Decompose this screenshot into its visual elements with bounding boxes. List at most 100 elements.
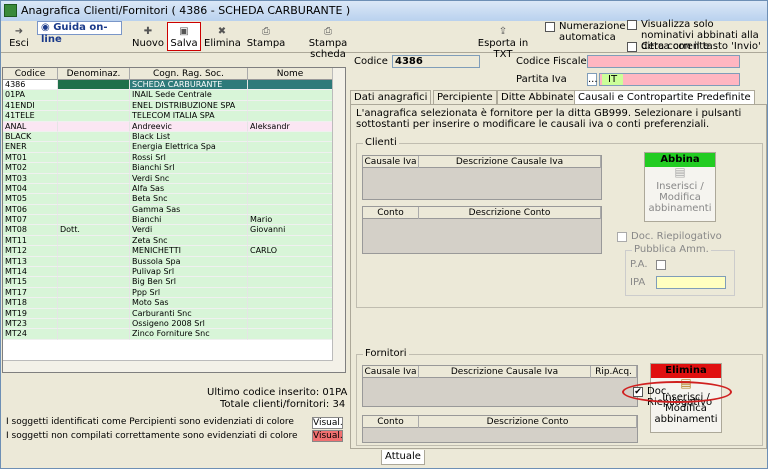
table-cell[interactable]: MT08 [3, 225, 58, 236]
table-cell[interactable]: Pulivap Srl [130, 267, 248, 278]
table-cell[interactable] [248, 100, 333, 112]
table-cell[interactable] [58, 318, 130, 330]
table-cell[interactable]: Ppp Srl [130, 287, 248, 299]
table-cell[interactable]: MT07 [3, 215, 58, 226]
table-cell[interactable] [58, 80, 130, 91]
table-cell[interactable] [58, 246, 130, 257]
table-cell[interactable]: MT19 [3, 308, 58, 319]
table-cell[interactable]: MT01 [3, 152, 58, 164]
table-row[interactable]: MT04 Alfa Sas [3, 183, 333, 195]
table-cell[interactable]: Ossigeno 2008 Srl [130, 318, 248, 330]
table-cell[interactable]: Bussola Spa [130, 256, 248, 268]
table-cell[interactable] [248, 152, 333, 164]
table-cell[interactable] [248, 142, 333, 153]
table-row[interactable]: MT23 Ossigeno 2008 Srl [3, 318, 333, 330]
table-cell[interactable]: MT03 [3, 173, 58, 184]
abbina-button[interactable]: Abbina ▤ Inserisci / Modifica abbinament… [644, 152, 716, 222]
table-row[interactable]: MT08 Dott. Verdi Giovanni [3, 225, 333, 236]
table-row[interactable]: MT07 Bianchi Mario [3, 215, 333, 226]
table-cell[interactable]: TELECOM ITALIA SPA [130, 111, 248, 122]
table-cell[interactable] [248, 131, 333, 143]
table-row[interactable]: MT02 Bianchi Srl [3, 163, 333, 174]
table-cell[interactable]: Aleksandr [248, 121, 333, 132]
table-cell[interactable]: CARLO [248, 246, 333, 257]
table-cell[interactable]: Bianchi Srl [130, 163, 248, 174]
stampa-button[interactable]: ⎙ Stampa [245, 22, 287, 51]
table-row[interactable]: ENER Energia Elettrica Spa [3, 142, 333, 153]
table-cell[interactable]: ENER [3, 142, 58, 153]
table-cell[interactable] [58, 215, 130, 226]
table-cell[interactable]: ENEL DISTRIBUZIONE SPA [130, 100, 248, 112]
horizontal-scrollbar[interactable] [3, 360, 333, 372]
col-header-codice[interactable]: Codice [3, 68, 58, 80]
salva-button[interactable]: ▣ Salva [167, 22, 201, 51]
table-cell[interactable]: MT05 [3, 194, 58, 205]
table-cell[interactable]: Zinco Forniture Snc [130, 329, 248, 340]
table-cell[interactable] [248, 298, 333, 309]
table-cell[interactable] [58, 256, 130, 268]
table-cell[interactable]: 41TELE [3, 111, 58, 122]
table-cell[interactable]: Black List [130, 131, 248, 143]
table-cell[interactable] [58, 131, 130, 143]
table-cell[interactable] [58, 90, 130, 101]
table-cell[interactable]: MT11 [3, 235, 58, 247]
pa-checkbox[interactable] [656, 260, 666, 270]
table-cell[interactable]: INAIL Sede Centrale [130, 90, 248, 101]
table-cell[interactable]: Moto Sas [130, 298, 248, 309]
codice-fiscale-field[interactable] [587, 55, 740, 68]
table-row[interactable]: 01PA INAIL Sede Centrale [3, 90, 333, 101]
table-cell[interactable] [248, 267, 333, 278]
checkbox-box[interactable] [545, 22, 555, 32]
table-cell[interactable] [58, 152, 130, 164]
codice-field[interactable]: 4386 [392, 55, 480, 68]
table-cell[interactable]: 4386 [3, 80, 58, 91]
table-cell[interactable] [58, 163, 130, 174]
tab-causali-contropartite[interactable]: Causali e Contropartite Predefinite [574, 90, 755, 105]
fornitori-causali-table[interactable]: Causale Iva Descrizione Causale Iva Rip.… [362, 365, 638, 407]
table-row[interactable]: MT11 Zeta Snc [3, 235, 333, 247]
fornitori-conti-table[interactable]: Conto Descrizione Conto [362, 415, 638, 443]
table-cell[interactable] [248, 80, 333, 91]
table-cell[interactable] [58, 277, 130, 288]
tab-attuale[interactable]: Attuale [381, 450, 425, 465]
table-cell[interactable]: Beta Snc [130, 194, 248, 205]
table-cell[interactable] [58, 121, 130, 132]
partita-iva-field[interactable]: IT [599, 73, 740, 86]
table-row[interactable]: MT05 Beta Snc [3, 194, 333, 205]
table-cell[interactable]: MT18 [3, 298, 58, 309]
table-cell[interactable] [248, 287, 333, 299]
checkbox-box[interactable] [617, 232, 627, 242]
table-cell[interactable] [248, 183, 333, 195]
stampa-scheda-button[interactable]: ⎙ Stampa scheda [289, 22, 367, 60]
table-cell[interactable] [58, 235, 130, 247]
table-row[interactable]: MT24 Zinco Forniture Snc [3, 329, 333, 340]
table-cell[interactable]: MT12 [3, 246, 58, 257]
table-cell[interactable]: ANAL [3, 121, 58, 132]
table-cell[interactable] [248, 163, 333, 174]
table-cell[interactable]: SCHEDA CARBURANTE [130, 80, 248, 91]
table-cell[interactable] [58, 267, 130, 278]
table-row[interactable]: 41TELE TELECOM ITALIA SPA [3, 111, 333, 122]
table-cell[interactable]: Carburanti Snc [130, 308, 248, 319]
table-cell[interactable] [58, 183, 130, 195]
table-cell[interactable] [248, 329, 333, 340]
table-cell[interactable] [248, 318, 333, 330]
table-row[interactable]: MT01 Rossi Srl [3, 152, 333, 164]
table-row[interactable]: BLACK Black List [3, 131, 333, 143]
table-row[interactable]: 4386 SCHEDA CARBURANTE [3, 80, 333, 91]
table-cell[interactable]: 01PA [3, 90, 58, 101]
table-row[interactable]: MT06 Gamma Sas [3, 204, 333, 216]
table-cell[interactable] [58, 173, 130, 184]
table-cell[interactable]: Mario [248, 215, 333, 226]
table-row[interactable]: ANAL Andreevic Aleksandr [3, 121, 333, 132]
table-cell[interactable] [248, 194, 333, 205]
table-cell[interactable]: Zeta Snc [130, 235, 248, 247]
table-cell[interactable]: Energia Elettrica Spa [130, 142, 248, 153]
table-row[interactable]: MT12 MENICHETTI CARLO [3, 246, 333, 257]
table-cell[interactable]: Verdi Snc [130, 173, 248, 184]
table-cell[interactable] [58, 111, 130, 122]
table-cell[interactable] [58, 100, 130, 112]
table-cell[interactable]: MT02 [3, 163, 58, 174]
table-cell[interactable] [248, 308, 333, 319]
table-cell[interactable]: MENICHETTI [130, 246, 248, 257]
